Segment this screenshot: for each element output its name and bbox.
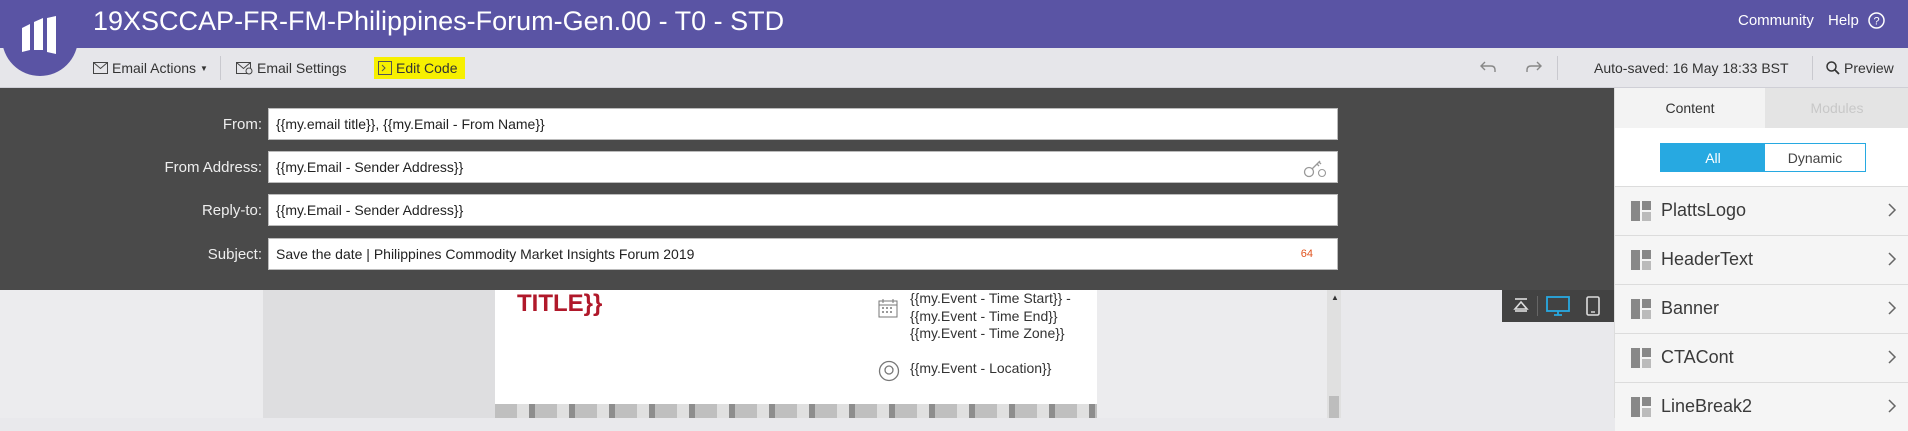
edit-code-label: Edit Code [396, 60, 458, 76]
redo-icon[interactable] [1526, 60, 1542, 74]
toolbar-divider [1812, 56, 1813, 80]
content-filter-toggle: All Dynamic [1660, 143, 1866, 172]
module-label: PlattsLogo [1661, 200, 1747, 220]
chevron-right-icon [1888, 301, 1897, 315]
chevron-right-icon [1888, 203, 1897, 217]
email-settings-button[interactable]: Email Settings [236, 58, 346, 78]
subject-char-count: 64 [1300, 248, 1313, 260]
editor-toolbar: Email Actions ▼ Email Settings Edit Code… [0, 48, 1908, 88]
preview-button[interactable]: Preview [1826, 58, 1894, 78]
email-settings-label: Email Settings [257, 60, 347, 76]
desktop-view-icon[interactable] [1546, 296, 1570, 316]
module-label: Banner [1661, 298, 1720, 318]
module-item[interactable]: PlattsLogo [1615, 186, 1908, 235]
email-preview[interactable]: TITLE}} {{my.Event - Time Start}} - {{my… [495, 290, 1097, 418]
module-label: LineBreak2 [1661, 396, 1753, 416]
filter-all-button[interactable]: All [1661, 144, 1765, 171]
module-item[interactable]: LineBreak2 [1615, 382, 1908, 431]
tab-content[interactable]: Content [1615, 88, 1765, 128]
help-link[interactable]: Help [1828, 12, 1859, 29]
subject-value: Save the date | Philippines Commodity Ma… [276, 246, 695, 262]
from-row: From: {{my.email title}}, {{my.Email - F… [0, 108, 1340, 140]
device-switcher [1502, 290, 1614, 322]
module-item[interactable]: HeaderText [1615, 235, 1908, 284]
mobile-view-icon[interactable] [1586, 296, 1600, 316]
module-layout-icon [1631, 397, 1651, 417]
subject-row: Subject: Save the date | Philippines Com… [0, 238, 1340, 270]
subject-label: Subject: [207, 246, 262, 263]
marketo-logo[interactable] [2, 0, 78, 76]
undo-icon[interactable] [1480, 60, 1496, 74]
reply-to-value: {{my.Email - Sender Address}} [276, 202, 464, 218]
edit-code-button[interactable]: Edit Code [374, 57, 466, 79]
page-title: 19XSCCAP-FR-FM-Philippines-Forum-Gen.00 … [93, 6, 785, 36]
location-pin-icon [878, 360, 900, 382]
app-header: 19XSCCAP-FR-FM-Philippines-Forum-Gen.00 … [0, 0, 1908, 76]
device-divider [1537, 296, 1538, 316]
magnifier-icon [1826, 61, 1840, 75]
email-actions-label: Email Actions [112, 60, 197, 76]
collapse-header-icon[interactable] [1512, 296, 1530, 314]
event-time-text[interactable]: {{my.Event - Time Start}} - {{my.Event -… [910, 290, 1085, 343]
subject-field[interactable]: Save the date | Philippines Commodity Ma… [268, 238, 1338, 270]
reply-to-label: Reply-to: [201, 202, 262, 219]
from-field[interactable]: {{my.email title}}, {{my.Email - From Na… [268, 108, 1338, 140]
side-panel-tabs: Content Modules [1615, 88, 1908, 128]
toolbar-divider [1557, 56, 1558, 80]
envelope-icon [93, 62, 108, 74]
reply-to-row: Reply-to: {{my.Email - Sender Address}} [0, 194, 1340, 226]
chevron-right-icon [1888, 252, 1897, 266]
chevron-right-icon [1888, 350, 1897, 364]
module-layout-icon [1631, 348, 1651, 368]
help-circle-icon[interactable]: ? [1868, 12, 1885, 29]
from-label: From: [222, 116, 262, 133]
from-value: {{my.email title}}, {{my.Email - From Na… [276, 116, 545, 132]
logo-bars-icon [22, 16, 56, 54]
preview-label: Preview [1844, 60, 1894, 76]
email-canvas: TITLE}} {{my.Event - Time Start}} - {{my… [0, 290, 1614, 418]
module-label: CTACont [1661, 347, 1734, 367]
module-label: HeaderText [1661, 249, 1754, 269]
canvas-margin-left [263, 290, 495, 418]
event-location-text[interactable]: {{my.Event - Location}} [910, 360, 1051, 376]
filter-dynamic-button[interactable]: Dynamic [1765, 144, 1865, 171]
from-address-value: {{my.Email - Sender Address}} [276, 159, 464, 175]
from-address-label: From Address: [164, 159, 262, 176]
from-address-field[interactable]: {{my.Email - Sender Address}} [268, 151, 1338, 183]
scroll-up-icon[interactable]: ▲ [1331, 293, 1339, 302]
banner-image[interactable] [495, 404, 1097, 418]
autosave-status: Auto-saved: 16 May 18:33 BST [1594, 60, 1789, 76]
module-layout-icon [1631, 201, 1651, 221]
reply-to-field[interactable]: {{my.Email - Sender Address}} [268, 194, 1338, 226]
module-layout-icon [1631, 250, 1651, 270]
module-layout-icon [1631, 299, 1651, 319]
email-title-text[interactable]: TITLE}} [517, 290, 602, 318]
code-icon [378, 61, 392, 75]
module-item[interactable]: CTACont [1615, 333, 1908, 382]
right-side-panel: Content Modules All Dynamic PlattsLogo H… [1614, 88, 1908, 431]
module-item[interactable]: Banner [1615, 284, 1908, 333]
email-header-fields: From: {{my.email title}}, {{my.Email - F… [0, 88, 1614, 290]
email-actions-menu[interactable]: Email Actions ▼ [93, 58, 208, 78]
tab-modules[interactable]: Modules [1765, 88, 1908, 128]
from-address-row: From Address: {{my.Email - Sender Addres… [0, 151, 1340, 183]
svg-text:?: ? [1873, 16, 1879, 28]
caret-down-icon: ▼ [200, 63, 208, 73]
chevron-right-icon [1888, 399, 1897, 413]
calendar-icon [878, 299, 898, 318]
scrollbar-thumb[interactable] [1329, 396, 1339, 418]
key-icon[interactable] [1303, 158, 1327, 178]
envelope-gear-icon [236, 61, 253, 74]
toolbar-divider [220, 56, 221, 80]
community-link[interactable]: Community [1738, 12, 1814, 29]
